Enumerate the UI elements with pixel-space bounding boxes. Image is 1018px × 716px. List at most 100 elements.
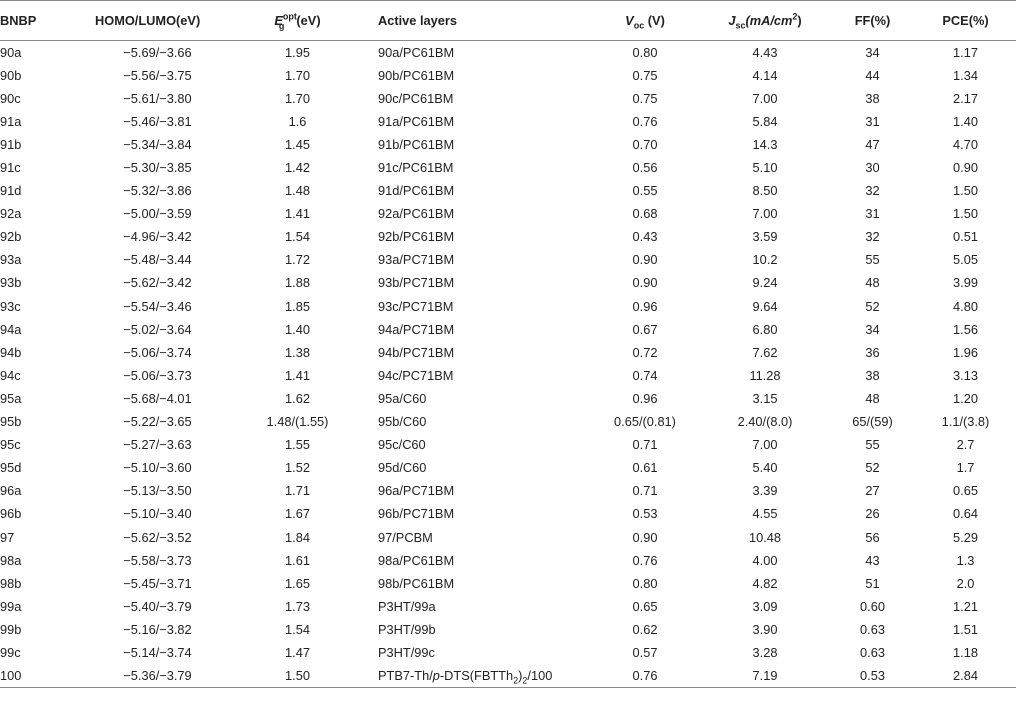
cell-pce: 2.0 [956,575,975,591]
cell-bnbp: 100 [0,664,80,688]
header-voc: Voc (V) [590,0,700,41]
table-row: 95b −5.22/−3.65 1.48/(1.55) 95b/C60 0.65/(0.… [0,410,1016,433]
cell-pce: 1.7 [956,460,975,476]
cell-ff: 48 [865,390,880,406]
cell-pce: 1.50 [953,183,978,199]
cell-bnbp: 96b [0,506,22,522]
cell-ff: 51 [865,575,880,591]
cell-eg-opt: 1.71 [285,483,310,499]
cell-active-layer: 94c/PC71BM [378,367,454,383]
cell-active-layer: PTB7-Th/p-DTS(FBTTh2)2/100 [360,664,590,688]
cell-pce: 1.51 [953,621,978,637]
cell-pce: 1.34 [953,67,978,83]
cell-active-layer: 93c/PC71BM [378,298,454,314]
table-row: 91a −5.46/−3.81 1.6 91a/PC61BM 0.76 5.84 31 1.4… [0,110,1016,133]
cell-active-layer: 91c/PC61BM [378,160,454,176]
cell-jsc: 3.28 [752,644,778,660]
cell-active-layer: 96a/PC71BM [378,483,455,499]
cell-eg-opt: 1.6 [288,113,307,129]
table-header: BNBP HOMO/LUMO(eV) Eoptg (eV) Active laye… [0,0,1016,41]
cell-pce: 2.17 [953,90,978,106]
cell-homo-lumo: −5.62/−3.42 [123,275,192,291]
table-row: 91c −5.30/−3.85 1.42 91c/PC61BM 0.56 5.10 30 0.… [0,156,1016,179]
cell-jsc: 14.3 [752,136,778,152]
cell-ff: 34 [865,44,880,60]
cell-voc: 0.61 [632,460,658,476]
layer-text-part: PTB7-Th/ [378,667,433,683]
cell-homo-lumo: −5.34/−3.84 [123,136,192,152]
table-row: 96a −5.13/−3.50 1.71 96a/PC71BM 0.71 3.39 27 0.… [0,479,1016,502]
cell-pce: 1.40 [953,113,978,129]
header-ff: FF(%) [830,0,915,41]
cell-ff: 36 [865,344,880,360]
cell-ff: 65/(59) [852,414,893,430]
cell-ff: 34 [865,321,880,337]
cell-bnbp: 99c [0,644,21,660]
cell-pce: 0.51 [953,229,978,245]
cell-eg-opt: 1.72 [285,252,310,268]
cell-active-layer: 98a/PC61BM [378,552,455,568]
cell-homo-lumo: −5.40/−3.79 [123,598,192,614]
cell-bnbp: 94c [0,367,21,383]
cell-pce: 1.96 [953,344,978,360]
cell-homo-lumo: −5.02/−3.64 [123,321,192,337]
cell-ff: 52 [865,460,880,476]
cell-homo-lumo: −5.30/−3.85 [123,160,192,176]
cell-jsc: 10.48 [748,529,782,545]
cell-eg-opt: 1.70 [285,90,310,106]
cell-eg-opt: 1.95 [285,44,310,60]
cell-homo-lumo: −5.58/−3.73 [123,552,192,568]
cell-jsc: 3.39 [752,483,778,499]
cell-jsc: 9.64 [752,298,778,314]
cell-active-layer: 96b/PC71BM [378,506,455,522]
cell-bnbp: 95d [0,460,22,476]
cell-homo-lumo: −5.13/−3.50 [123,483,192,499]
cell-jsc: 7.19 [700,664,830,688]
header-row: BNBP HOMO/LUMO(eV) Eoptg (eV) Active laye… [0,0,1016,41]
cell-pce: 5.29 [953,529,978,545]
cell-eg-opt: 1.42 [285,160,310,176]
cell-voc: 0.90 [632,529,658,545]
cell-pce: 1.21 [953,598,978,614]
cell-voc: 0.80 [632,44,658,60]
table-row: 91d −5.32/−3.86 1.48 91d/PC61BM 0.55 8.50 32 1.… [0,179,1016,202]
cell-active-layer: P3HT/99c [378,644,435,660]
cell-voc: 0.62 [632,621,658,637]
cell-bnbp: 95c [0,437,21,453]
cell-homo-lumo: −5.46/−3.81 [123,113,192,129]
cell-ff: 0.53 [830,664,915,688]
cell-homo-lumo: −5.06/−3.73 [123,367,192,383]
cell-eg-opt: 1.70 [285,67,310,83]
header-eg-opt: Eoptg (eV) [235,0,360,41]
table-row: 94b −5.06/−3.74 1.38 94b/PC71BM 0.72 7.62 36 1.… [0,341,1016,364]
cell-bnbp: 90b [0,67,22,83]
header-jsc: Jsc(mA/cm2) [700,0,830,41]
cell-active-layer: 91b/PC61BM [378,136,455,152]
cell-bnbp: 91d [0,183,22,199]
cell-bnbp: 98a [0,552,22,568]
cell-jsc: 4.14 [752,67,778,83]
cell-pce: 1.3 [956,552,975,568]
cell-bnbp: 99b [0,621,22,637]
cell-active-layer: 90c/PC61BM [378,90,454,106]
cell-voc: 0.65 [632,598,658,614]
cell-active-layer: 95a/C60 [378,390,427,406]
cell-eg-opt: 1.84 [285,529,310,545]
cell-jsc: 9.24 [752,275,778,291]
cell-pce: 0.65 [953,483,978,499]
cell-voc: 0.96 [632,390,658,406]
layer-text-part: p [432,667,440,683]
cell-voc: 0.76 [632,552,658,568]
cell-homo-lumo: −5.32/−3.86 [123,183,192,199]
cell-jsc: 4.43 [752,44,778,60]
cell-homo-lumo: −5.56/−3.75 [123,67,192,83]
cell-jsc: 7.00 [752,206,778,222]
table-row: 99a −5.40/−3.79 1.73 P3HT/99a 0.65 3.09 0.60 1.… [0,595,1016,618]
cell-voc: 0.75 [632,90,658,106]
cell-pce: 3.13 [953,367,978,383]
cell-bnbp: 94a [0,321,22,337]
table-row: 92a −5.00/−3.59 1.41 92a/PC61BM 0.68 7.00 31 1.… [0,202,1016,225]
cell-pce: 0.64 [953,506,978,522]
cell-eg-opt: 1.67 [285,506,310,522]
cell-pce: 1.18 [953,644,978,660]
